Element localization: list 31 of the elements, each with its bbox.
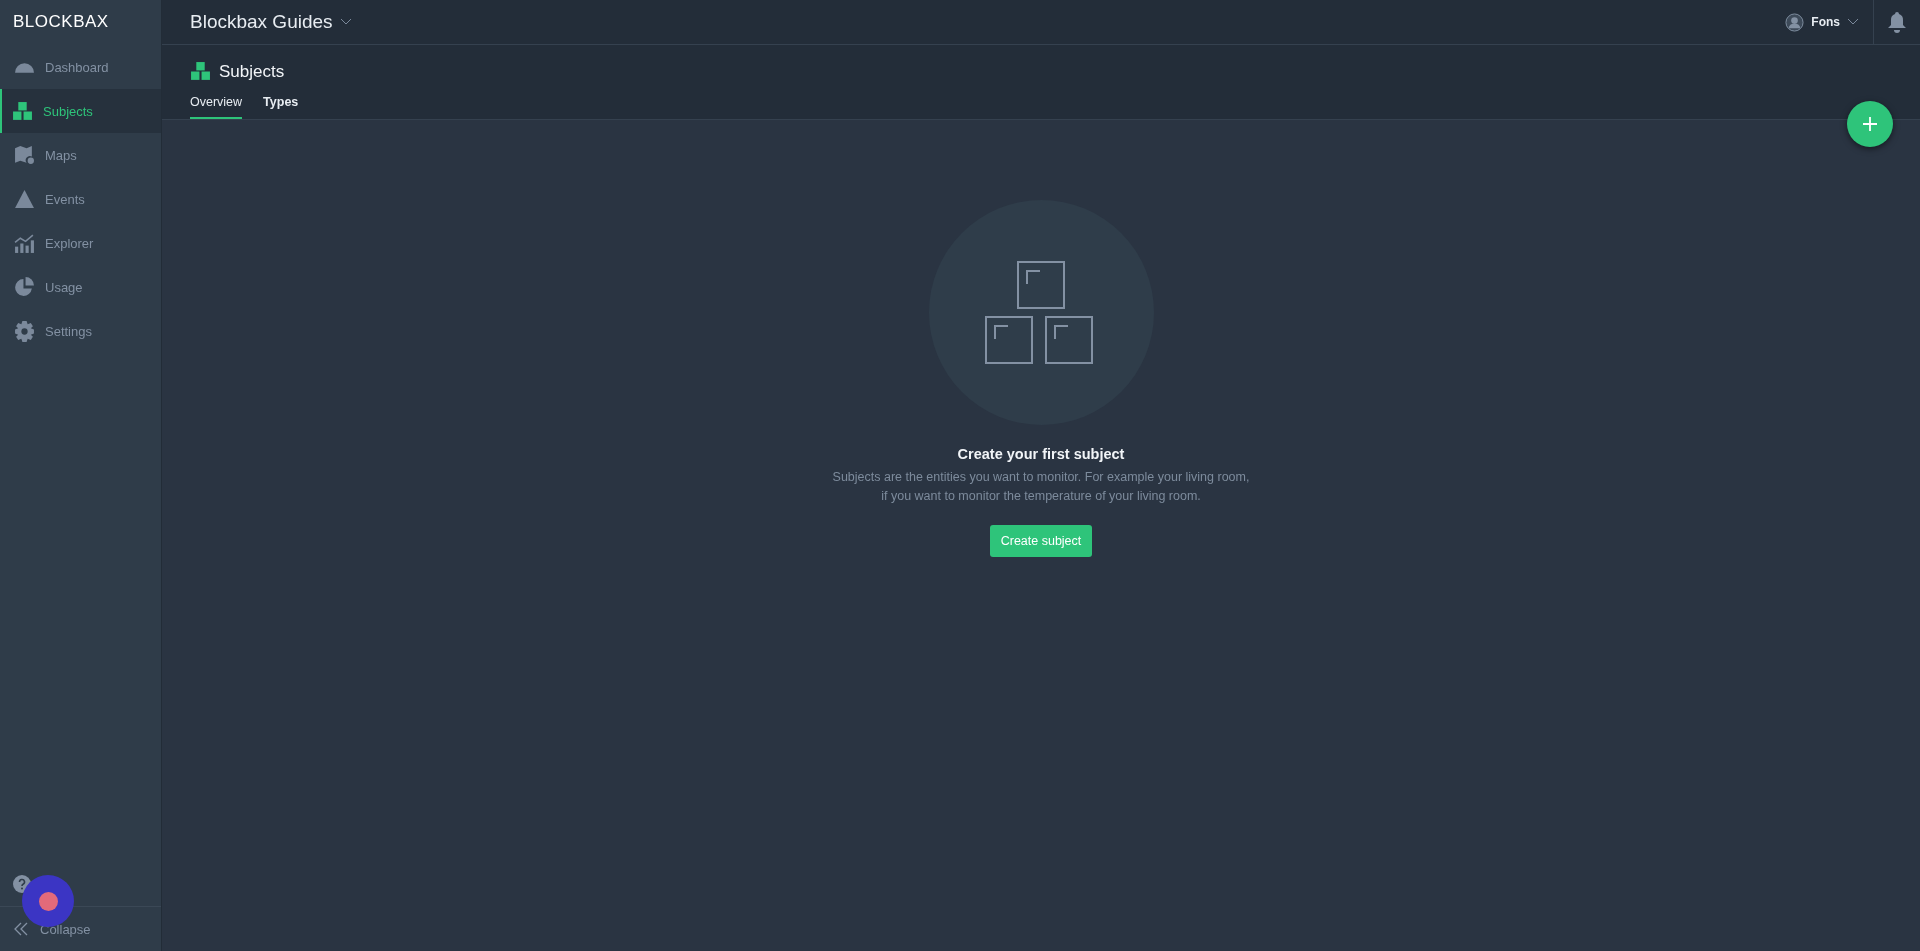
logo[interactable]: BLOCKBAX xyxy=(13,11,109,34)
empty-state-text: Subjects are the entities you want to monitor. For example your living room, if you want to monitor the temperature of your living room. xyxy=(831,469,1251,505)
pie-chart-icon xyxy=(14,276,35,298)
create-subject-button[interactable]: Create subject xyxy=(989,525,1093,557)
tab[interactable]: Types xyxy=(263,92,299,119)
sidebar-item[interactable]: Settings xyxy=(0,309,161,353)
map-icon xyxy=(14,144,35,166)
sidebar-item[interactable]: Dashboard xyxy=(0,45,161,89)
gear-icon xyxy=(14,320,35,342)
sidebar-item[interactable]: Events xyxy=(0,177,161,221)
record-button[interactable] xyxy=(22,875,74,927)
avatar-icon xyxy=(1785,12,1805,32)
empty-state-title: Create your first subject xyxy=(957,446,1125,462)
boxes-icon xyxy=(190,61,211,82)
user-menu[interactable]: Fons xyxy=(1771,12,1873,32)
chart-icon xyxy=(14,232,35,254)
sidebar-item[interactable]: Explorer xyxy=(0,221,161,265)
sidebar-item[interactable]: Subjects xyxy=(0,89,161,133)
sidebar-item[interactable]: Usage xyxy=(0,265,161,309)
bell-icon xyxy=(1887,11,1907,33)
tab[interactable]: Overview xyxy=(190,92,243,119)
add-button[interactable] xyxy=(1847,101,1893,147)
project-name[interactable]: Blockbax Guides xyxy=(190,11,333,33)
page-title: Subjects xyxy=(219,61,285,82)
warning-icon xyxy=(14,188,35,210)
plus-icon xyxy=(1862,116,1878,132)
sidebar-item[interactable]: Maps xyxy=(0,133,161,177)
chevrons-left-icon xyxy=(14,922,28,936)
chevron-down-icon xyxy=(1847,18,1859,26)
chevron-down-icon[interactable] xyxy=(339,18,352,26)
boxes-icon xyxy=(12,100,33,122)
